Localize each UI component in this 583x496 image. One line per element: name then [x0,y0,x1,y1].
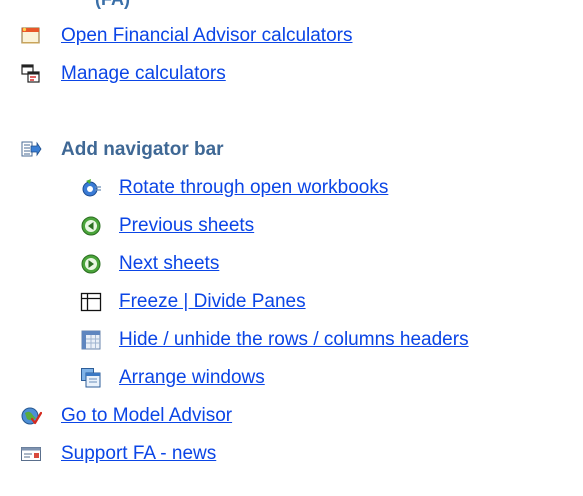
arrange-windows-icon [80,367,102,389]
previous-sheets-link[interactable]: Previous sheets [119,215,254,237]
headers-grid-icon [80,329,102,351]
partial-section-heading: (FA) [95,0,130,10]
item-manage-calculators[interactable]: Manage calculators [20,60,226,88]
freeze-panes-icon [80,291,102,313]
subitem-rotate-workbooks[interactable]: Rotate through open workbooks [80,174,388,202]
hide-headers-link[interactable]: Hide / unhide the rows / columns headers [119,329,469,351]
model-advisor-link[interactable]: Go to Model Advisor [61,405,232,427]
freeze-panes-link[interactable]: Freeze | Divide Panes [119,291,306,313]
next-arrow-icon [80,253,102,275]
subitem-arrange-windows[interactable]: Arrange windows [80,364,265,392]
next-sheets-link[interactable]: Next sheets [119,253,219,275]
model-advisor-icon [20,405,42,427]
navigator-heading-row: Add navigator bar [20,136,224,164]
rotate-workbooks-icon [80,177,102,199]
rotate-workbooks-link[interactable]: Rotate through open workbooks [119,177,388,199]
subitem-next-sheets[interactable]: Next sheets [80,250,219,278]
manage-windows-icon [20,63,42,85]
previous-arrow-icon [80,215,102,237]
calculator-window-icon [20,25,42,47]
item-model-advisor[interactable]: Go to Model Advisor [20,402,232,430]
manage-calculators-link[interactable]: Manage calculators [61,63,226,85]
support-news-icon [20,443,42,465]
support-news-link[interactable]: Support FA - news [61,443,216,465]
open-calculators-link[interactable]: Open Financial Advisor calculators [61,25,352,47]
item-support-news[interactable]: Support FA - news [20,440,216,468]
subitem-freeze-panes[interactable]: Freeze | Divide Panes [80,288,306,316]
item-open-calculators[interactable]: Open Financial Advisor calculators [20,22,352,50]
arrange-windows-link[interactable]: Arrange windows [119,367,265,389]
subitem-hide-headers[interactable]: Hide / unhide the rows / columns headers [80,326,469,354]
subitem-previous-sheets[interactable]: Previous sheets [80,212,254,240]
add-navigator-bar-icon [20,139,42,161]
navigator-heading: Add navigator bar [61,139,224,160]
